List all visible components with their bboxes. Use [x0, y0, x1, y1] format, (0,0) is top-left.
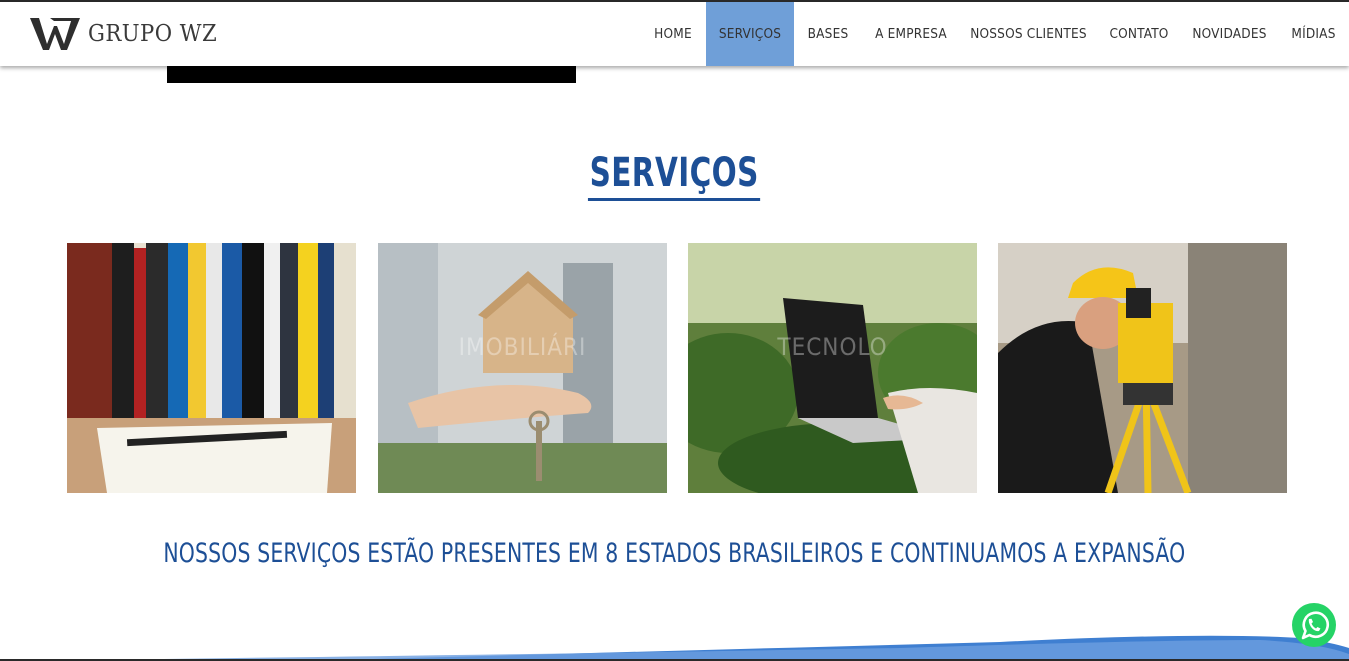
main-nav: HOME SERVIÇOS BASES A EMPRESA NOSSOS CLI…	[0, 2, 1349, 66]
service-card-topografia[interactable]	[998, 243, 1287, 493]
nav-contato[interactable]: CONTATO	[1097, 2, 1181, 66]
service-card-imobiliario[interactable]: IMOBILIÁRI	[378, 243, 667, 493]
tagline: NOSSOS SERVIÇOS ESTÃO PRESENTES EM 8 EST…	[163, 538, 1186, 569]
dark-banner-strip	[167, 66, 576, 83]
card-watermark: IMOBILIÁRI	[458, 333, 587, 361]
whatsapp-button[interactable]	[1291, 602, 1337, 648]
site-header: GRUPO WZ HOME SERVIÇOS BASES A EMPRESA N…	[0, 2, 1349, 66]
books-image	[67, 243, 356, 493]
nav-home[interactable]: HOME	[641, 2, 705, 66]
nav-a-empresa[interactable]: A EMPRESA	[862, 2, 960, 66]
footer-wave	[0, 635, 1349, 661]
house-key-image	[378, 243, 667, 493]
card-watermark: TECNOLO	[777, 333, 888, 361]
surveyor-image	[998, 243, 1287, 493]
section-title: SERVIÇOS	[0, 150, 1349, 201]
service-card-tecnologia[interactable]: TECNOLO	[688, 243, 977, 493]
laptop-field-image	[688, 243, 977, 493]
nav-nossos-clientes[interactable]: NOSSOS CLIENTES	[960, 2, 1097, 66]
service-card-juridico[interactable]	[67, 243, 356, 493]
whatsapp-icon	[1292, 603, 1336, 647]
nav-midias[interactable]: MÍDIAS	[1278, 2, 1349, 66]
nav-novidades[interactable]: NOVIDADES	[1181, 2, 1278, 66]
nav-servicos[interactable]: SERVIÇOS	[706, 2, 794, 66]
nav-bases[interactable]: BASES	[794, 2, 862, 66]
